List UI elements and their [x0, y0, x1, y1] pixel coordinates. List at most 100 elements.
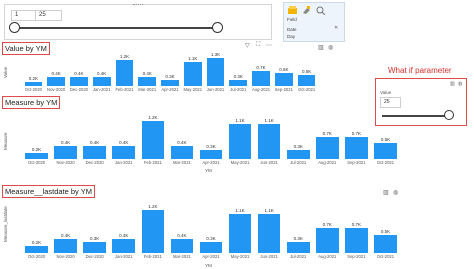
chart-3-x-tick-label: Feb-2021	[143, 254, 162, 259]
field-day[interactable]: Day	[287, 34, 295, 39]
chart-1-bar[interactable]	[274, 73, 293, 86]
chart-2-data-label: 0.4K	[90, 140, 100, 146]
chart-1-bar[interactable]	[47, 77, 66, 86]
chart-1-bar[interactable]	[115, 60, 134, 86]
chart-3-bar[interactable]	[228, 213, 252, 253]
chart-3-bar[interactable]	[315, 228, 339, 253]
chart-2-x-tick-label: Dec-2020	[85, 160, 104, 165]
field-date[interactable]: Date	[287, 27, 297, 32]
chart-2-x-tick-label: Sep-2021	[347, 160, 366, 165]
param-value-input[interactable]: 25	[380, 97, 401, 108]
param-slider-handle[interactable]	[444, 110, 454, 120]
chart-1-bar[interactable]	[252, 71, 270, 86]
chart-2-bar[interactable]	[199, 149, 223, 159]
chart-1-ylabel: Value	[3, 66, 8, 78]
chart-2-bar[interactable]	[228, 124, 252, 159]
more-options-icon[interactable]: ⋯	[266, 42, 272, 49]
chart-2-data-label: 0.4K	[177, 140, 187, 146]
chart-3-x-tick-label: May-2021	[230, 254, 250, 259]
chart-2-ylabel: Measure	[3, 132, 8, 150]
chart-3-bar[interactable]	[141, 210, 165, 253]
slicer-max-input[interactable]: 25	[35, 10, 62, 21]
slicer-min-handle[interactable]	[9, 22, 20, 33]
chart-2-bar[interactable]	[315, 137, 339, 159]
slicer-max-handle[interactable]	[212, 22, 223, 33]
format-brush-icon[interactable]	[301, 5, 312, 15]
chart-3-bar[interactable]	[286, 242, 310, 253]
chart-3-visual-icon[interactable]: ▥	[383, 189, 389, 196]
chart-2-data-label: 1.2K	[148, 115, 158, 121]
chart-3-bar[interactable]	[83, 242, 107, 253]
chart-3-x-tick-label: Jun-2021	[260, 254, 278, 259]
chart-2-x-tick-label: Jul-2021	[290, 160, 307, 165]
chart-2-data-label: 1.1K	[235, 118, 245, 124]
chart-3-x-tick-label: Dec-2020	[85, 254, 104, 259]
chart-3-bar[interactable]	[345, 228, 368, 253]
chart-2-bar[interactable]	[141, 121, 165, 159]
chart-3-bar[interactable]	[170, 238, 194, 253]
chart-2-bar[interactable]	[286, 149, 310, 159]
chart-2-bar[interactable]	[374, 143, 397, 159]
filter-icon[interactable]: ▽	[245, 42, 250, 49]
chart-1-bar[interactable]	[70, 77, 88, 86]
chart-3-x-tick-label: Oct-2020	[27, 254, 46, 259]
chart-2-data-label: 0.5K	[380, 137, 391, 143]
chart-1-title: Value by YM	[2, 42, 50, 55]
chart-2-bar[interactable]	[54, 146, 77, 159]
chart-3-ylabel: Measure_lastdate	[3, 206, 8, 242]
chart-2-x-tick-label: Mar-2021	[172, 160, 191, 165]
chart-1-data-label: 1.2K	[119, 54, 130, 60]
chart-1-data-label: 0.7K	[256, 65, 266, 70]
chart-3-x-tick-label: Oct-2021	[376, 254, 395, 259]
chart-3-bar[interactable]	[25, 245, 48, 253]
chart-2-data-label: 0.4K	[119, 140, 129, 146]
chart-3-data-label: 0.3K	[206, 236, 216, 242]
drag-grip-icon[interactable]	[133, 4, 143, 7]
chart-3-bar[interactable]	[374, 235, 397, 253]
chart-3-data-label: 0.5K	[380, 229, 391, 235]
chart-3-data-label: 0.7K	[351, 222, 361, 227]
chart-2-x-tick-label: Jun-2021	[260, 160, 278, 165]
analytics-icon[interactable]	[315, 5, 326, 15]
chart-2-data-label: 0.3K	[206, 143, 216, 149]
chart-3-x-tick-label: Nov-2020	[56, 254, 75, 259]
chart-1-bar[interactable]	[229, 79, 248, 86]
chart-3-bar[interactable]	[257, 213, 281, 253]
chart-2-data-label: 0.4K	[60, 140, 71, 146]
chart-3-bar[interactable]	[199, 242, 223, 253]
chart-2-bar[interactable]	[83, 146, 107, 159]
chart-3-bar[interactable]	[112, 238, 136, 253]
chart-2-data-label: 0.7K	[322, 131, 332, 136]
chart-2-bar[interactable]	[25, 152, 48, 159]
chart-2-x-tick-label: Jan-2021	[115, 160, 133, 165]
chart-3-data-label: 0.7K	[322, 222, 332, 227]
chart-3-data-label: 0.3K	[90, 236, 100, 242]
chart-1-bar[interactable]	[183, 62, 202, 86]
chart-1-bar[interactable]	[24, 81, 43, 86]
chart-1-bar[interactable]	[92, 77, 111, 86]
chart-1-bar[interactable]	[206, 58, 225, 86]
chart-2-bar[interactable]	[170, 146, 194, 159]
chart-1-bar[interactable]	[161, 79, 179, 86]
chart-1-bar[interactable]	[297, 75, 316, 86]
chart-3-settings-icon[interactable]: ◍	[393, 189, 398, 196]
fields-tab-icon[interactable]	[287, 5, 298, 15]
chart-1-data-label: 1.1K	[188, 56, 198, 62]
chart-1-visual-icon[interactable]: ▥	[318, 44, 324, 51]
chart-3-title: Measure__lastdate by YM	[2, 185, 95, 198]
chart-3-xlabel: YM	[205, 263, 212, 268]
remove-field-icon[interactable]: ✕	[334, 25, 338, 31]
focus-mode-icon[interactable]: ⛶	[256, 42, 260, 49]
chart-3-data-label: 0.4K	[177, 232, 187, 238]
chart-3-bar[interactable]	[54, 238, 77, 253]
chart-2-bar[interactable]	[345, 137, 368, 159]
chart-2-bar[interactable]	[112, 146, 136, 159]
chart-1-data-label: 0.4K	[74, 71, 84, 77]
chart-1-settings-icon[interactable]: ◍	[328, 44, 333, 51]
param-visual-icon[interactable]: ▥	[450, 81, 455, 87]
slicer-min-input[interactable]: 1	[11, 10, 38, 21]
chart-1-bar[interactable]	[138, 77, 157, 86]
chart-2-bar[interactable]	[257, 124, 281, 159]
chart-3-data-label: 1.1K	[264, 207, 274, 213]
param-settings-icon[interactable]: ◍	[458, 81, 462, 87]
